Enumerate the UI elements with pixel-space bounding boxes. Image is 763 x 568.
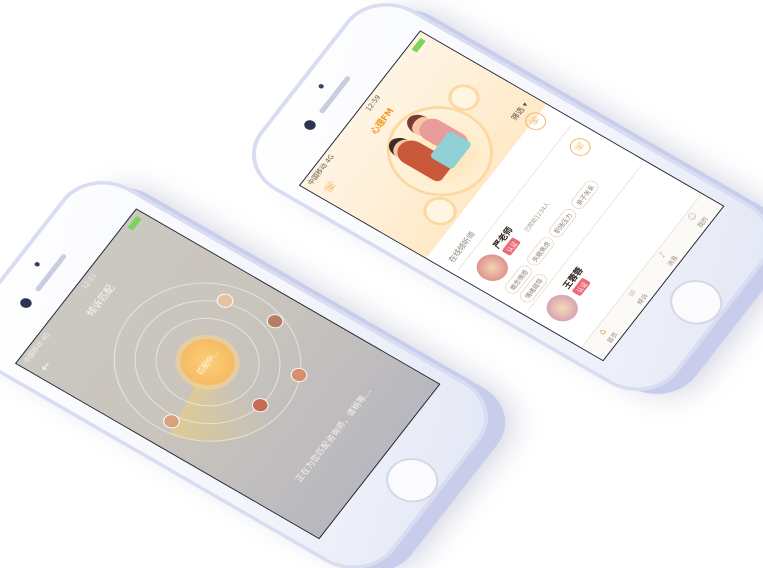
chat-bubble-icon[interactable]: [416, 191, 464, 231]
home-button[interactable]: [376, 449, 449, 512]
tab-messages[interactable]: ♪ 消息: [655, 248, 680, 268]
front-camera: [302, 118, 318, 132]
tab-label: 倾诉: [635, 292, 650, 307]
home-button[interactable]: [660, 271, 733, 334]
tag: 亲子关系: [568, 178, 602, 212]
tab-home[interactable]: ⌂ 首页: [595, 325, 620, 345]
proximity-sensor: [317, 83, 325, 90]
mockup-stage: 中国移动 4G 12:01 ← 倾诉匹配 匹配中... 正在为您匹配咨询师，请稍…: [0, 0, 763, 568]
tab-me[interactable]: ☺ 我的: [685, 210, 710, 230]
tag: 失眠焦虑: [524, 234, 557, 268]
proximity-sensor: [33, 261, 41, 268]
left-screen: 中国移动 4G 12:01 ← 倾诉匹配 匹配中... 正在为您匹配咨询师，请稍…: [14, 208, 441, 540]
radar-center-label: 匹配中...: [194, 348, 221, 376]
earpiece-speaker: [318, 75, 352, 115]
phone-icon[interactable]: ☏: [565, 134, 595, 160]
earpiece-speaker: [34, 253, 68, 293]
tab-talk[interactable]: ✉ 倾诉: [625, 287, 650, 307]
front-camera: [18, 296, 34, 310]
tab-label: 我的: [695, 215, 710, 230]
right-screen: 中国移动 4G 12:59 ☏ 心理FM 筛选 ▾ ☏ 在线倾听师 严老师 认证…: [298, 30, 725, 362]
tab-label: 消息: [665, 254, 680, 268]
counselor-meta: 已帮助1234人: [523, 201, 552, 234]
tag: 职场压力: [546, 206, 579, 240]
tab-label: 首页: [605, 330, 620, 345]
